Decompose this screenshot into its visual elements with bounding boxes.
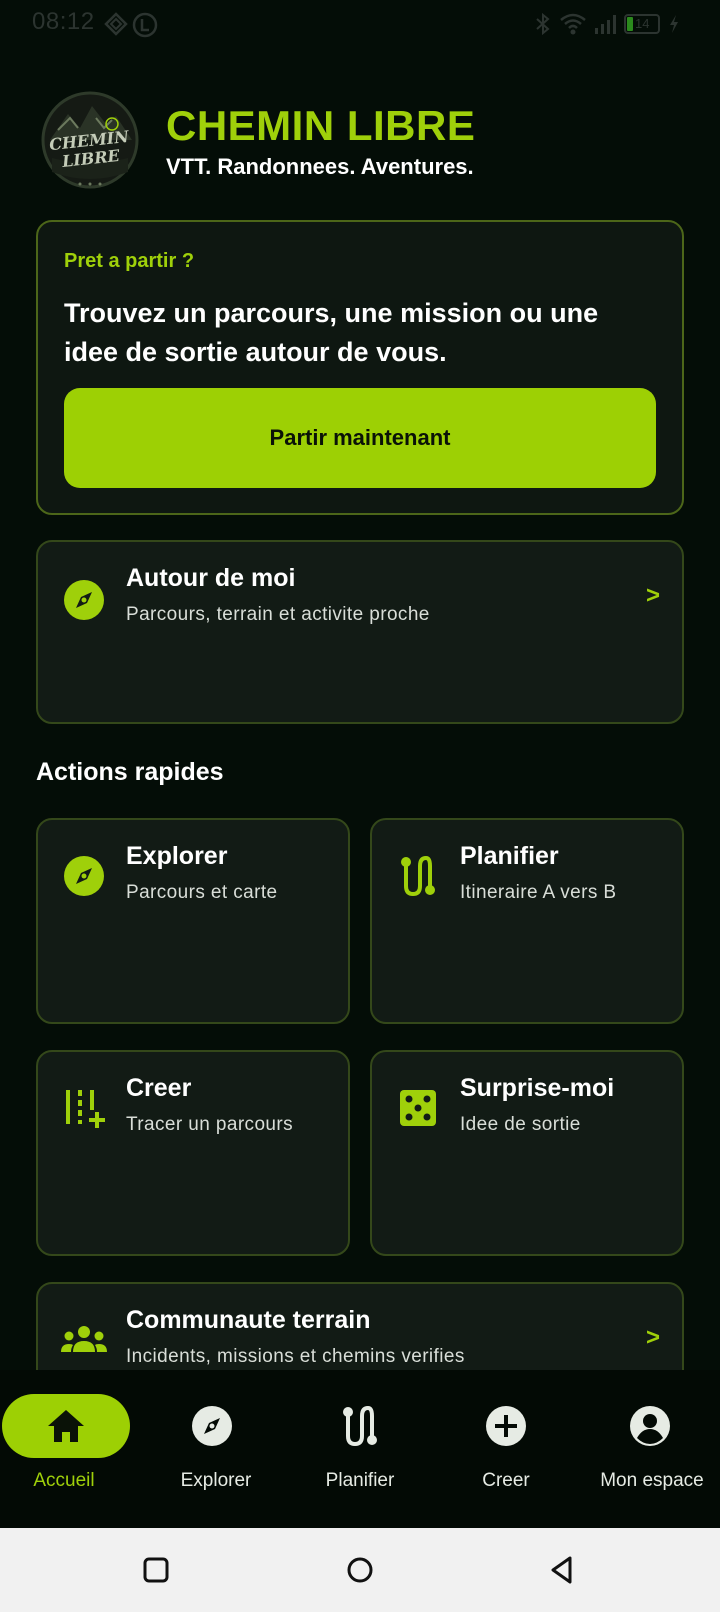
compass-icon bbox=[64, 580, 104, 620]
nav-item-creer[interactable]: Creer bbox=[434, 1370, 578, 1528]
community-subtitle: Incidents, missions et chemins verifies bbox=[126, 1346, 465, 1367]
quick-action-subtitle: Idee de sortie bbox=[460, 1114, 581, 1135]
quick-action-surprise[interactable]: Surprise-moi Idee de sortie bbox=[370, 1050, 684, 1256]
around-me-title: Autour de moi bbox=[126, 564, 296, 592]
quick-actions-title: Actions rapides bbox=[36, 758, 224, 786]
brand-title: CHEMIN LIBRE bbox=[166, 102, 476, 149]
quick-action-subtitle: Parcours et carte bbox=[126, 882, 278, 903]
back-icon[interactable] bbox=[548, 1555, 576, 1585]
status-time: 08:12 bbox=[32, 8, 95, 35]
around-me-subtitle: Parcours, terrain et activite proche bbox=[126, 604, 430, 625]
start-now-button[interactable]: Partir maintenant bbox=[64, 388, 656, 488]
bluetooth-icon bbox=[536, 12, 550, 36]
status-notification-icons bbox=[104, 12, 158, 38]
quick-action-planifier[interactable]: Planifier Itineraire A vers B bbox=[370, 818, 684, 1024]
battery-icon: 14 bbox=[624, 14, 660, 34]
charging-icon bbox=[670, 15, 678, 33]
nav-label: Planifier bbox=[325, 1470, 395, 1491]
dice-icon bbox=[400, 1090, 436, 1126]
logo-text: CHEMIN LIBRE bbox=[48, 126, 130, 171]
hero-text: Trouvez un parcours, une mission ou une … bbox=[64, 298, 599, 367]
quick-action-subtitle: Tracer un parcours bbox=[126, 1114, 294, 1135]
nav-label: Accueil bbox=[33, 1470, 95, 1491]
quick-action-subtitle: Itineraire A vers B bbox=[460, 882, 617, 903]
nav-label: Creer bbox=[482, 1470, 530, 1491]
compass-icon bbox=[192, 1406, 232, 1446]
group-icon bbox=[61, 1326, 107, 1352]
battery-level: 14 bbox=[635, 16, 650, 31]
notification-icon bbox=[104, 12, 128, 36]
nav-item-planifier[interactable]: Planifier bbox=[288, 1370, 432, 1528]
around-me-card[interactable]: Autour de moi Parcours, terrain et activ… bbox=[36, 540, 684, 724]
add-circle-icon bbox=[486, 1406, 526, 1446]
nav-label: Explorer bbox=[180, 1470, 252, 1491]
quick-action-title: Planifier bbox=[460, 842, 559, 870]
quick-action-title: Explorer bbox=[126, 842, 228, 870]
nav-item-accueil[interactable]: Accueil bbox=[0, 1370, 144, 1528]
route-icon bbox=[401, 855, 435, 897]
community-chevron: > bbox=[645, 1324, 660, 1351]
home-system-icon[interactable] bbox=[345, 1555, 375, 1585]
hero-eyebrow: Pret a partir ? bbox=[64, 250, 195, 272]
nav-label: Mon espace bbox=[600, 1470, 704, 1491]
bottom-navigation: Accueil Explorer Planifier Creer Mon esp… bbox=[0, 1370, 720, 1528]
notification-icon-2 bbox=[132, 12, 158, 38]
signal-icon bbox=[595, 15, 616, 34]
quick-action-explorer[interactable]: Explorer Parcours et carte bbox=[36, 818, 350, 1024]
app-header: CHEMIN LIBRE CHEMIN LIBRE VTT. Randonnee… bbox=[40, 88, 680, 198]
compass-icon bbox=[64, 856, 104, 896]
home-icon bbox=[48, 1410, 84, 1442]
route-icon bbox=[343, 1405, 377, 1447]
status-system-icons: 14 bbox=[534, 12, 680, 36]
account-icon bbox=[630, 1406, 670, 1446]
hero-card: Pret a partir ? Trouvez un parcours, une… bbox=[36, 220, 684, 515]
draw-route-icon bbox=[66, 1090, 105, 1128]
nav-item-mon-espace[interactable]: Mon espace bbox=[576, 1370, 720, 1528]
community-title: Communaute terrain bbox=[126, 1306, 371, 1334]
recents-icon[interactable] bbox=[142, 1556, 170, 1584]
quick-action-title: Surprise-moi bbox=[460, 1074, 615, 1102]
nav-item-explorer[interactable]: Explorer bbox=[140, 1370, 284, 1528]
wifi-icon bbox=[560, 13, 586, 35]
quick-action-creer[interactable]: Creer Tracer un parcours bbox=[36, 1050, 350, 1256]
system-navigation-bar bbox=[0, 1528, 720, 1612]
quick-action-title: Creer bbox=[126, 1074, 192, 1102]
around-me-chevron: > bbox=[645, 582, 660, 609]
status-bar: 08:12 14 bbox=[0, 0, 720, 50]
brand-tagline: VTT. Randonnees. Aventures. bbox=[166, 154, 474, 179]
